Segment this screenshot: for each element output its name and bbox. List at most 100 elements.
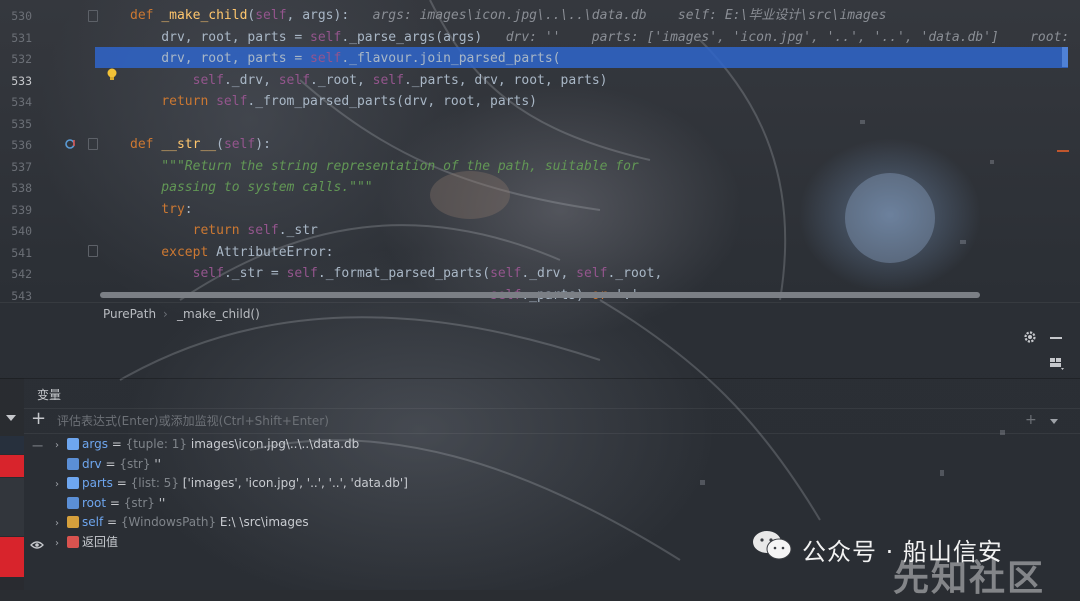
line-number[interactable]: 535 (0, 117, 32, 131)
breadcrumb-separator: › (163, 307, 168, 321)
scroll-marker[interactable] (1062, 47, 1068, 67)
line-number[interactable]: 537 (0, 160, 32, 174)
variable-type: {list: 5} (130, 476, 179, 490)
code-line[interactable]: return self._str (130, 220, 1040, 241)
code-line[interactable]: except AttributeError: (130, 242, 1040, 263)
code-token: self (576, 266, 608, 281)
code-token: return (192, 223, 248, 238)
layout-settings-icon[interactable] (1050, 358, 1064, 370)
object-icon (67, 516, 79, 528)
code-token: ): (255, 137, 271, 152)
code-token: self (192, 266, 224, 281)
code-token: ._drv, (223, 72, 279, 88)
expand-arrow-icon[interactable]: › (55, 436, 67, 455)
expand-arrow-icon[interactable]: › (55, 475, 67, 494)
chevron-down-icon[interactable] (1050, 419, 1058, 424)
code-line[interactable]: def _make_child(self, args): args: image… (130, 5, 1040, 26)
variable-value: '' (154, 456, 161, 471)
str-icon (67, 457, 79, 470)
error-stripe-marker[interactable] (1057, 150, 1069, 152)
code-token: ._drv, (521, 266, 577, 281)
code-token: ._str = (223, 266, 287, 281)
remove-watch-icon[interactable]: − (31, 436, 44, 455)
code-token: self (223, 137, 256, 152)
code-line[interactable]: self._str = self._format_parsed_parts(se… (130, 263, 1040, 284)
code-editor[interactable]: 530 531 532 533 534 535 536 537 538 539 540 541 542 5… (0, 0, 1080, 303)
watermark-site: 先知社区 (893, 558, 1046, 599)
variable-row[interactable]: › self = {WindowsPath} E:\ \src\images (55, 513, 309, 532)
evaluate-expression-input[interactable] (57, 411, 1017, 431)
code-line[interactable]: def __str__(self): (130, 134, 1040, 155)
variable-row[interactable]: › args = {tuple: 1} images\icon.jpg\..\..… (55, 435, 359, 454)
code-line[interactable]: return self._from_parsed_parts(drv, root… (130, 91, 1040, 112)
code-token: ._from_parsed_parts(drv, root, parts) (247, 94, 538, 109)
lightbulb-icon[interactable] (106, 68, 118, 82)
code-token: ._str (278, 223, 318, 238)
line-number[interactable]: 534 (0, 95, 32, 109)
code-token: ( (216, 137, 224, 152)
collapse-icon[interactable] (6, 415, 16, 421)
code-token: AttributeError: (216, 244, 334, 260)
line-number[interactable]: 543 (0, 289, 32, 303)
line-number[interactable]: 533 (0, 74, 32, 88)
variable-name: 返回值 (82, 534, 119, 549)
variable-row[interactable]: › parts = {list: 5} ['images', 'icon.jpg'… (55, 474, 408, 493)
add-watch-icon[interactable]: + (31, 410, 46, 428)
variables-header: 变量 (0, 378, 1080, 409)
code-line[interactable] (130, 113, 1040, 134)
breadcrumb-class[interactable]: PurePath (103, 307, 156, 321)
horizontal-scrollbar[interactable] (100, 292, 980, 298)
equals-sign: = (107, 437, 126, 451)
line-number[interactable]: 531 (0, 31, 32, 45)
code-token: : (184, 201, 193, 217)
variable-type: {tuple: 1} (125, 437, 188, 451)
code-token: ._parse_args(args) (341, 29, 506, 45)
expand-arrow-icon[interactable]: › (55, 534, 67, 553)
code-line[interactable]: """Return the string representation of t… (130, 156, 1040, 177)
variable-value: '' (158, 495, 166, 510)
variable-name: drv (82, 456, 102, 471)
code-line[interactable]: passing to system calls.""" (130, 177, 1040, 198)
side-strip-block (0, 436, 24, 454)
code-token: self (310, 29, 342, 45)
line-number[interactable]: 539 (0, 203, 32, 217)
gear-icon[interactable] (1023, 330, 1037, 344)
add-watch-right-icon[interactable]: + (1025, 412, 1037, 428)
code-token: drv, root, parts = (130, 29, 311, 45)
code-line[interactable]: self._drv, self._root, self._parts, drv,… (130, 70, 1040, 91)
line-number[interactable]: 542 (0, 267, 32, 281)
code-token: self (192, 72, 224, 88)
eye-icon[interactable] (30, 540, 44, 550)
line-number[interactable]: 536 (0, 138, 32, 152)
expand-arrow-icon[interactable]: › (55, 514, 67, 533)
line-number[interactable]: 540 (0, 224, 32, 238)
code-token: def (130, 8, 162, 23)
code-token: """Return the string representation of t… (130, 158, 639, 174)
variable-row[interactable]: drv = {str} '' (55, 455, 161, 474)
fold-marker[interactable] (88, 138, 98, 150)
variable-value: images\icon.jpg\..\..\data.db (190, 437, 360, 451)
code-token: self (255, 8, 287, 23)
code-token: args: images\icon.jpg\..\..\data.db self… (372, 8, 887, 23)
line-number[interactable]: 541 (0, 246, 32, 260)
variable-type: {WindowsPath} (120, 515, 217, 529)
line-number[interactable]: 532 (0, 52, 32, 66)
code-token: __str__ (161, 137, 217, 152)
code-token: def (130, 137, 162, 152)
str-icon (67, 496, 79, 509)
code-line[interactable]: try: (130, 199, 1040, 220)
breadcrumb-method[interactable]: _make_child() (177, 307, 260, 321)
code-line[interactable]: drv, root, parts = self._parse_args(args… (130, 27, 1069, 48)
override-method-icon[interactable] (65, 138, 77, 150)
line-number[interactable]: 530 (0, 9, 32, 23)
fold-marker[interactable] (88, 10, 98, 22)
code-line[interactable]: drv, root, parts = self._flavour.join_pa… (130, 48, 1040, 69)
line-number[interactable]: 538 (0, 181, 32, 195)
code-token: try (130, 201, 185, 217)
fold-marker[interactable] (88, 245, 98, 257)
variable-row[interactable]: root = {str} '' (55, 494, 165, 513)
variable-row[interactable]: › 返回值 (55, 533, 118, 552)
minimize-icon[interactable] (1050, 337, 1062, 339)
code-token: return (161, 94, 217, 109)
